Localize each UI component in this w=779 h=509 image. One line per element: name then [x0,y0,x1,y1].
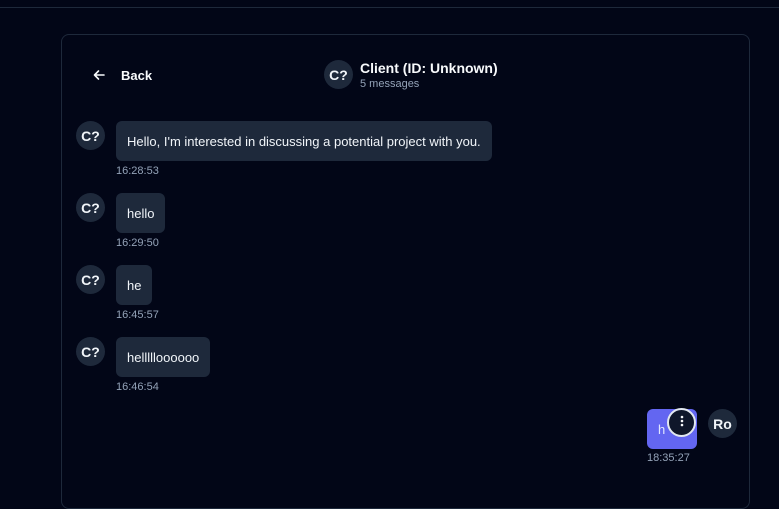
avatar: C? [76,121,105,150]
message-bubble: he [116,265,153,305]
conversation-title: Client (ID: Unknown) [360,60,498,76]
back-label: Back [121,67,153,83]
message-bubble: Hello, I'm interested in discussing a po… [116,121,492,161]
message-menu-button[interactable] [667,408,696,437]
avatar: C? [76,265,105,294]
own-message-timestamp: 18:35:27 [647,452,690,464]
top-bar [0,0,779,8]
more-vertical-icon [680,414,684,432]
message-bubble: hellllloooooo [116,337,211,377]
message-bubble: hello [116,193,166,233]
arrow-left-icon [92,68,106,82]
message-count: 5 messages [360,78,420,90]
avatar: C? [76,337,105,366]
back-button[interactable]: Back [92,65,152,85]
avatar: C? [76,193,105,222]
message-timestamp: 16:29:50 [116,237,159,249]
chat-panel: Back C? Client (ID: Unknown) 5 messages … [61,34,750,509]
message-timestamp: 16:45:57 [116,309,159,321]
message-timestamp: 16:46:54 [116,381,159,393]
message-timestamp: 16:28:53 [116,165,159,177]
own-message-text: h [658,421,666,437]
own-avatar: Ro [708,409,737,438]
header-avatar: C? [324,60,353,89]
